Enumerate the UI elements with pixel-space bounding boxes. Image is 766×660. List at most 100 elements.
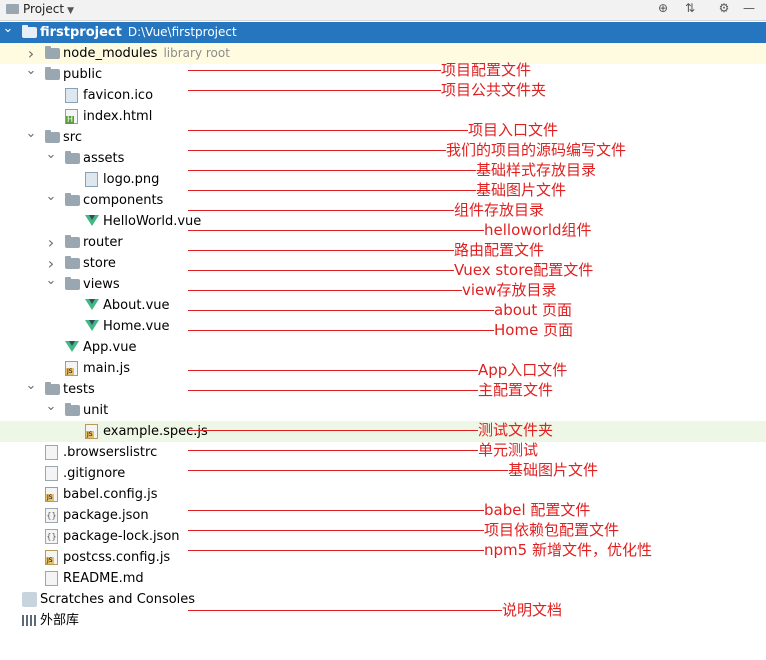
folder-icon <box>65 277 80 290</box>
annotation-line <box>188 90 441 91</box>
js-file-icon <box>45 550 58 565</box>
chevron-right-icon[interactable]: › <box>45 253 57 274</box>
annotation-text: Home 页面 <box>494 321 574 339</box>
annotation: 项目公共文件夹 <box>188 80 546 100</box>
gear-icon[interactable]: ⚙ <box>716 1 732 17</box>
library-icon <box>22 615 37 626</box>
tree-item[interactable]: ⌄ unit <box>0 400 766 421</box>
scratches-icon <box>22 592 37 607</box>
tree-item-name: README.md <box>63 571 144 586</box>
chevron-down-icon[interactable]: ⌄ <box>45 148 57 169</box>
annotation-text: 项目入口文件 <box>468 121 559 139</box>
annotation-text: 项目依赖包配置文件 <box>484 521 620 539</box>
tree-item-label: index.html <box>83 106 152 127</box>
chevron-down-icon[interactable]: ⌄ <box>45 274 57 295</box>
tree-item-name: .browserslistrc <box>63 445 158 460</box>
tree-item-label: package.json <box>63 505 149 526</box>
chevron-down-icon[interactable]: ⌄ <box>25 127 37 148</box>
annotation-text: view存放目录 <box>462 281 557 299</box>
tree-item-label: .browserslistrc <box>63 442 157 463</box>
tree-item-name: 外部库 <box>40 613 80 628</box>
js-file-icon <box>85 424 98 439</box>
project-view-selector[interactable]: Project ▼ <box>6 2 74 16</box>
chevron-down-icon[interactable]: ⌄ <box>25 64 37 85</box>
js-file-icon <box>45 487 58 502</box>
annotation-text: 测试文件夹 <box>478 421 554 439</box>
tree-item-name: index.html <box>83 109 153 124</box>
project-path: D:\Vue\firstproject <box>127 25 237 39</box>
tree-item-label: App.vue <box>83 337 136 358</box>
tree-item-name: .gitignore <box>63 466 126 481</box>
tree-item-name: assets <box>83 151 125 166</box>
json-file-icon: {} <box>45 508 58 523</box>
folder-icon <box>45 67 60 80</box>
tree-item-label: README.md <box>63 568 144 589</box>
tree-item-label: main.js <box>83 358 130 379</box>
folder-icon <box>45 382 60 395</box>
annotation-text: 项目配置文件 <box>441 61 532 79</box>
annotation-text: Vuex store配置文件 <box>454 261 594 279</box>
tree-item-label: views <box>83 274 120 295</box>
tree-item-name: router <box>83 235 123 250</box>
tree-item-label: Scratches and Consoles <box>40 589 195 610</box>
annotation-line <box>188 250 454 251</box>
folder-icon <box>65 403 80 416</box>
chevron-down-icon: ▼ <box>67 6 74 16</box>
tree-item-label: src <box>63 127 82 148</box>
tree-item-name: public <box>63 67 103 82</box>
folder-icon <box>65 151 80 164</box>
image-file-icon <box>85 172 98 187</box>
tree-item-label: tests <box>63 379 95 400</box>
vue-file-icon <box>65 341 79 352</box>
chevron-right-icon[interactable]: › <box>25 43 37 64</box>
annotation-text: npm5 新增文件，优化性 <box>484 541 652 559</box>
annotation-line <box>188 450 478 451</box>
annotation: 项目入口文件 <box>188 120 558 140</box>
collapse-icon[interactable]: ⇅ <box>682 1 698 17</box>
minimize-icon[interactable]: — <box>741 1 757 17</box>
annotation-line <box>188 430 478 431</box>
annotation-line <box>188 510 484 511</box>
annotation-line <box>188 70 441 71</box>
annotation: 说明文档 <box>188 600 562 620</box>
tree-item[interactable]: README.md <box>0 568 766 589</box>
chevron-right-icon[interactable]: › <box>45 232 57 253</box>
tree-item-label: store <box>83 253 116 274</box>
tree-item-label: Home.vue <box>103 316 169 337</box>
chevron-down-icon[interactable]: ⌄ <box>45 400 57 421</box>
annotation-line <box>188 330 494 331</box>
tree-item-label: babel.config.js <box>63 484 158 505</box>
folder-icon <box>45 46 60 59</box>
annotation-line <box>188 530 484 531</box>
tree-item-label: About.vue <box>103 295 170 316</box>
annotation-text: babel 配置文件 <box>484 501 591 519</box>
target-icon[interactable]: ⊕ <box>655 1 671 17</box>
tree-item-label: firstproject D:\Vue\firstproject <box>40 22 237 43</box>
tree-item-name: store <box>83 256 116 271</box>
tree-item-name: unit <box>83 403 109 418</box>
annotation: 基础图片文件 <box>188 180 566 200</box>
annotation-text: 路由配置文件 <box>454 241 545 259</box>
vue-file-icon <box>85 320 99 331</box>
tree-item-label: public <box>63 64 102 85</box>
tree-item-label: 外部库 <box>40 610 79 631</box>
tree-item-name: babel.config.js <box>63 487 158 502</box>
annotation: babel 配置文件 <box>188 500 590 520</box>
annotation: 我们的项目的源码编写文件 <box>188 140 626 160</box>
chevron-down-icon[interactable]: ⌄ <box>25 379 37 400</box>
tree-item[interactable]: ⌄ firstproject D:\Vue\firstproject <box>0 22 766 43</box>
tree-item-label: logo.png <box>103 169 159 190</box>
annotation-line <box>188 270 454 271</box>
folder-icon <box>65 235 80 248</box>
annotation-text: 单元测试 <box>478 441 539 459</box>
chevron-down-icon[interactable]: ⌄ <box>45 190 57 211</box>
annotation-text: App入口文件 <box>478 361 568 379</box>
chevron-down-icon[interactable]: ⌄ <box>2 22 14 43</box>
tree-item[interactable]: App.vue <box>0 337 766 358</box>
tree-item-name: package.json <box>63 508 149 523</box>
annotation-line <box>188 150 446 151</box>
folder-icon <box>22 25 37 38</box>
annotation-line <box>188 290 462 291</box>
annotation: 基础图片文件 <box>188 460 598 480</box>
annotation: helloworld组件 <box>188 220 592 240</box>
